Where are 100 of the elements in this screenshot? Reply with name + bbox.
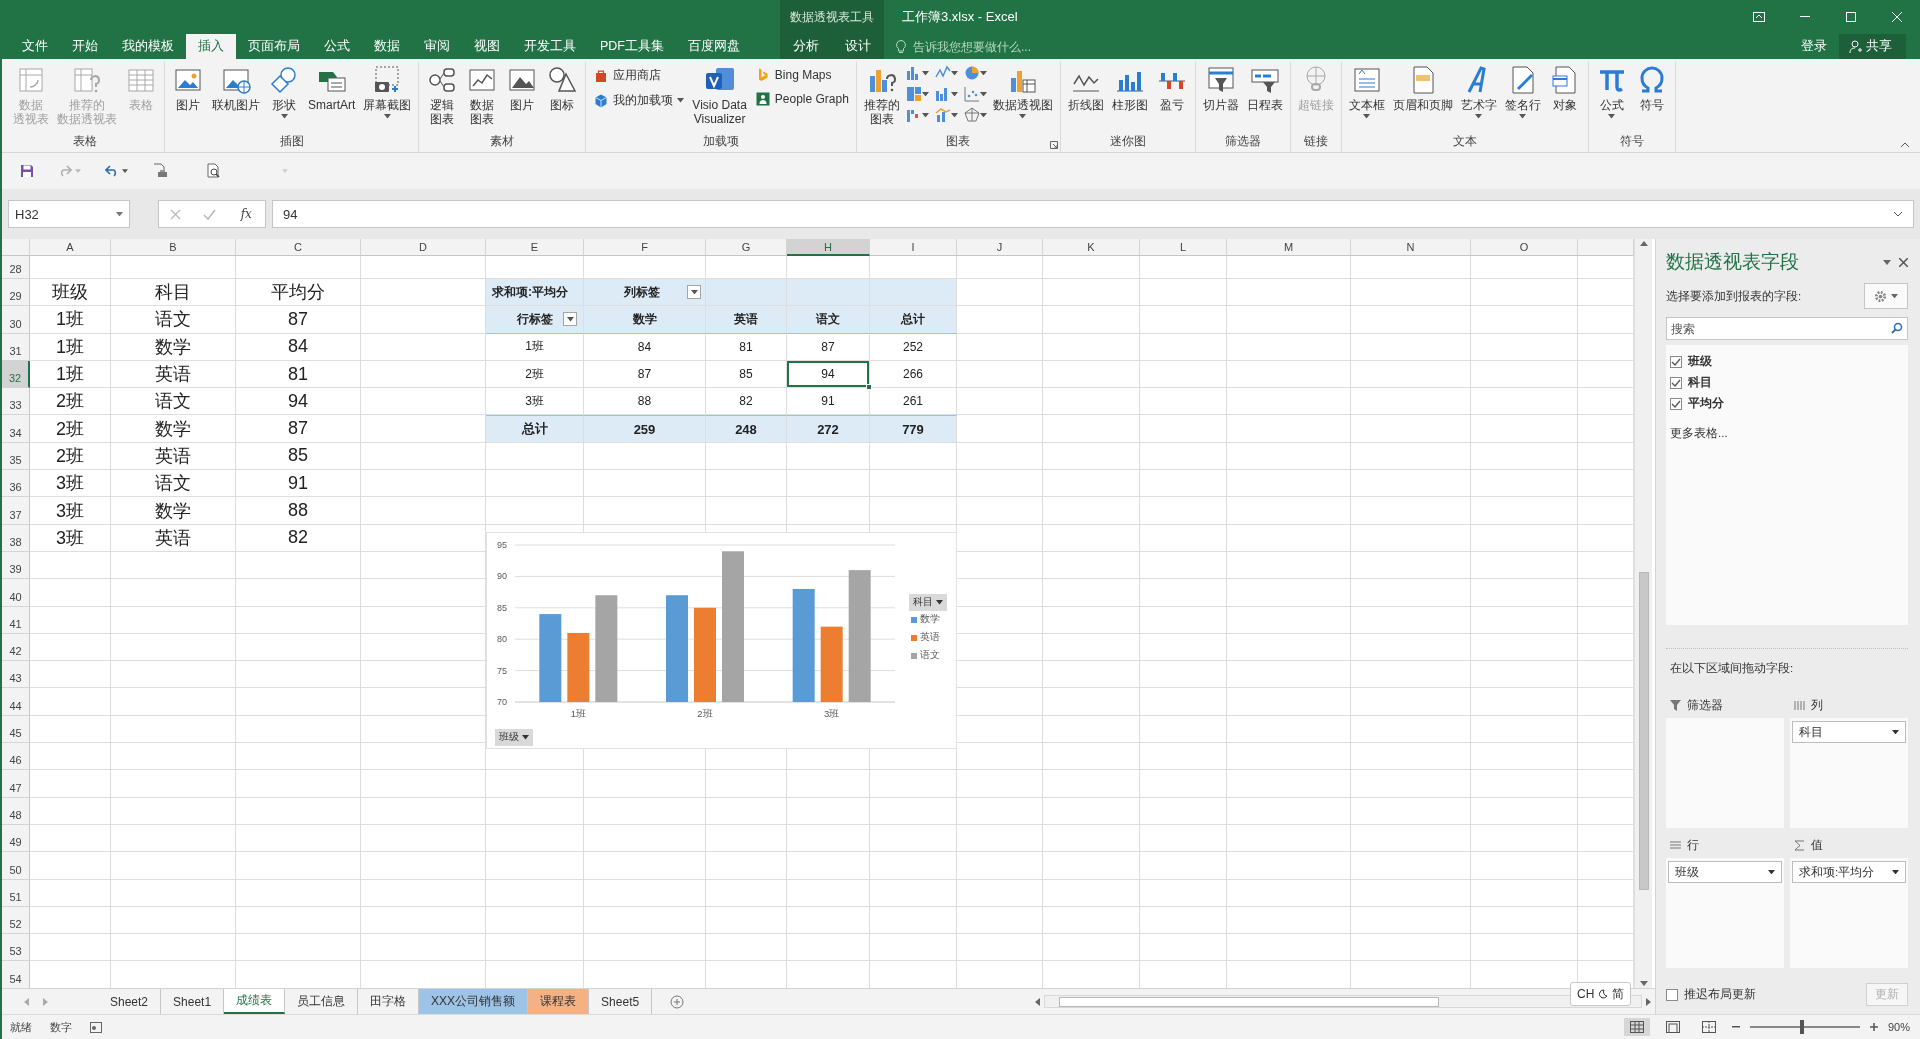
- column-header[interactable]: F: [584, 239, 706, 256]
- field-checkbox[interactable]: 平均分: [1670, 395, 1904, 412]
- ribbon-button[interactable]: 屏幕截图: [360, 62, 415, 121]
- row-header[interactable]: 43: [2, 661, 30, 689]
- field-button[interactable]: 班级: [495, 729, 533, 746]
- row-header[interactable]: 53: [2, 934, 30, 962]
- menu-tab[interactable]: 分析: [781, 34, 831, 59]
- ribbon-button[interactable]: 符号: [1632, 62, 1671, 114]
- field-checkbox[interactable]: 班级: [1670, 353, 1904, 370]
- ribbon-button[interactable]: Bing Maps: [751, 66, 852, 84]
- field-button[interactable]: 科目: [909, 594, 947, 611]
- ribbon-button[interactable]: 我的加载项: [590, 91, 688, 110]
- column-header[interactable]: A: [30, 239, 111, 256]
- menu-tab[interactable]: 开始: [60, 34, 110, 59]
- menu-tab[interactable]: 公式: [312, 34, 362, 59]
- ribbon-button[interactable]: 公式: [1592, 62, 1631, 121]
- column-header[interactable]: M: [1227, 239, 1351, 256]
- row-header[interactable]: 42: [2, 633, 30, 662]
- menu-tab[interactable]: 页面布局: [236, 34, 312, 59]
- ribbon-button[interactable]: 柱形图: [1108, 62, 1151, 114]
- row-header[interactable]: 30: [2, 306, 30, 334]
- row-header[interactable]: 38: [2, 524, 30, 552]
- row-header[interactable]: 29: [2, 279, 30, 307]
- menu-tab[interactable]: 审阅: [412, 34, 462, 59]
- row-header[interactable]: 32: [2, 360, 30, 389]
- ribbon-button[interactable]: 联机图片: [209, 62, 263, 114]
- row-header[interactable]: 51: [2, 879, 30, 907]
- field-chip[interactable]: 求和项:平均分: [1792, 861, 1906, 883]
- ribbon-button[interactable]: 切片器: [1199, 62, 1242, 114]
- row-header[interactable]: 44: [2, 688, 30, 716]
- row-header[interactable]: 35: [2, 442, 30, 471]
- menu-tab[interactable]: 视图: [462, 34, 512, 59]
- row-header[interactable]: 54: [2, 961, 30, 988]
- ribbon-button[interactable]: People Graph: [751, 90, 852, 108]
- ribbon-button[interactable]: 形状: [265, 62, 303, 121]
- ribbon-button[interactable]: 图标: [543, 62, 582, 114]
- column-header[interactable]: K: [1043, 239, 1140, 256]
- ribbon-button[interactable]: 艺术字: [1457, 62, 1500, 121]
- row-header[interactable]: 48: [2, 797, 30, 825]
- row-header[interactable]: 45: [2, 715, 30, 744]
- menu-tab[interactable]: 开发工具: [512, 34, 588, 59]
- ribbon-button[interactable]: 数据透视图: [989, 62, 1056, 121]
- column-header[interactable]: H: [787, 239, 870, 256]
- ribbon-button[interactable]: 图片: [169, 62, 207, 114]
- menu-tab[interactable]: 文件: [10, 34, 60, 59]
- column-header[interactable]: E: [486, 239, 584, 256]
- ribbon-button[interactable]: 文本框: [1345, 62, 1388, 121]
- menu-tab[interactable]: 我的模板: [110, 34, 186, 59]
- ribbon-button[interactable]: 图片: [503, 62, 542, 114]
- row-header[interactable]: 47: [2, 770, 30, 798]
- ribbon-button[interactable]: 页眉和页脚: [1389, 62, 1456, 114]
- column-header[interactable]: L: [1140, 239, 1227, 256]
- ribbon-button[interactable]: SmartArt: [305, 62, 359, 114]
- menu-tab[interactable]: 数据: [362, 34, 412, 59]
- ribbon-button[interactable]: 对象: [1545, 62, 1584, 114]
- ribbon-button[interactable]: 折线图: [1064, 62, 1107, 114]
- column-header[interactable]: N: [1351, 239, 1471, 256]
- share-button[interactable]: 共享: [1839, 34, 1906, 59]
- ribbon-button[interactable]: 应用商店: [590, 66, 688, 85]
- row-header[interactable]: 36: [2, 470, 30, 498]
- sheet-tab[interactable]: 成绩表: [224, 989, 286, 1014]
- row-header[interactable]: 39: [2, 551, 30, 580]
- sheet-tab[interactable]: 课程表: [528, 989, 590, 1014]
- row-header[interactable]: 50: [2, 852, 30, 880]
- row-header[interactable]: 46: [2, 743, 30, 771]
- row-header[interactable]: 52: [2, 906, 30, 935]
- formula-field[interactable]: 94: [272, 200, 1914, 228]
- column-header[interactable]: I: [870, 239, 957, 256]
- defer-update-checkbox[interactable]: 推迟布局更新: [1666, 987, 1756, 1002]
- field-chip[interactable]: 班级: [1668, 861, 1782, 883]
- name-box[interactable]: H32: [8, 200, 130, 228]
- tell-me-field[interactable]: 告诉我您想要做什么...: [911, 38, 1071, 55]
- column-header[interactable]: O: [1471, 239, 1578, 256]
- column-header[interactable]: C: [236, 239, 361, 256]
- insert-function-button[interactable]: fx: [238, 207, 254, 221]
- ime-indicator[interactable]: CH 简: [1570, 982, 1632, 1006]
- ribbon-button[interactable]: 数据 图表: [463, 62, 502, 128]
- login-link[interactable]: 登录: [1789, 34, 1839, 59]
- column-header[interactable]: G: [706, 239, 787, 256]
- menu-tab[interactable]: 百度网盘: [676, 34, 752, 59]
- more-tables-link[interactable]: 更多表格...: [1670, 426, 1904, 441]
- ribbon-button[interactable]: 推荐的 图表: [860, 62, 903, 128]
- row-header[interactable]: 40: [2, 579, 30, 607]
- ribbon-button[interactable]: 逻辑 图表: [423, 62, 462, 128]
- menu-tab[interactable]: PDF工具集: [588, 34, 676, 59]
- row-header[interactable]: 49: [2, 824, 30, 853]
- column-header[interactable]: D: [361, 239, 486, 256]
- row-header[interactable]: 34: [2, 415, 30, 443]
- row-header[interactable]: 33: [2, 388, 30, 416]
- field-checkbox[interactable]: 科目: [1670, 374, 1904, 391]
- ribbon-button[interactable]: 盈亏: [1152, 62, 1191, 114]
- row-header[interactable]: 28: [2, 256, 30, 279]
- column-header[interactable]: J: [957, 239, 1043, 256]
- search-field[interactable]: 搜索: [1666, 317, 1908, 340]
- ribbon-button[interactable]: Visio Data Visualizer: [689, 62, 750, 128]
- field-chip[interactable]: 科目: [1792, 721, 1906, 743]
- row-header[interactable]: 31: [2, 333, 30, 361]
- sheet-tab[interactable]: XXX公司销售额: [419, 989, 529, 1014]
- row-header[interactable]: 41: [2, 606, 30, 634]
- row-header[interactable]: 37: [2, 497, 30, 525]
